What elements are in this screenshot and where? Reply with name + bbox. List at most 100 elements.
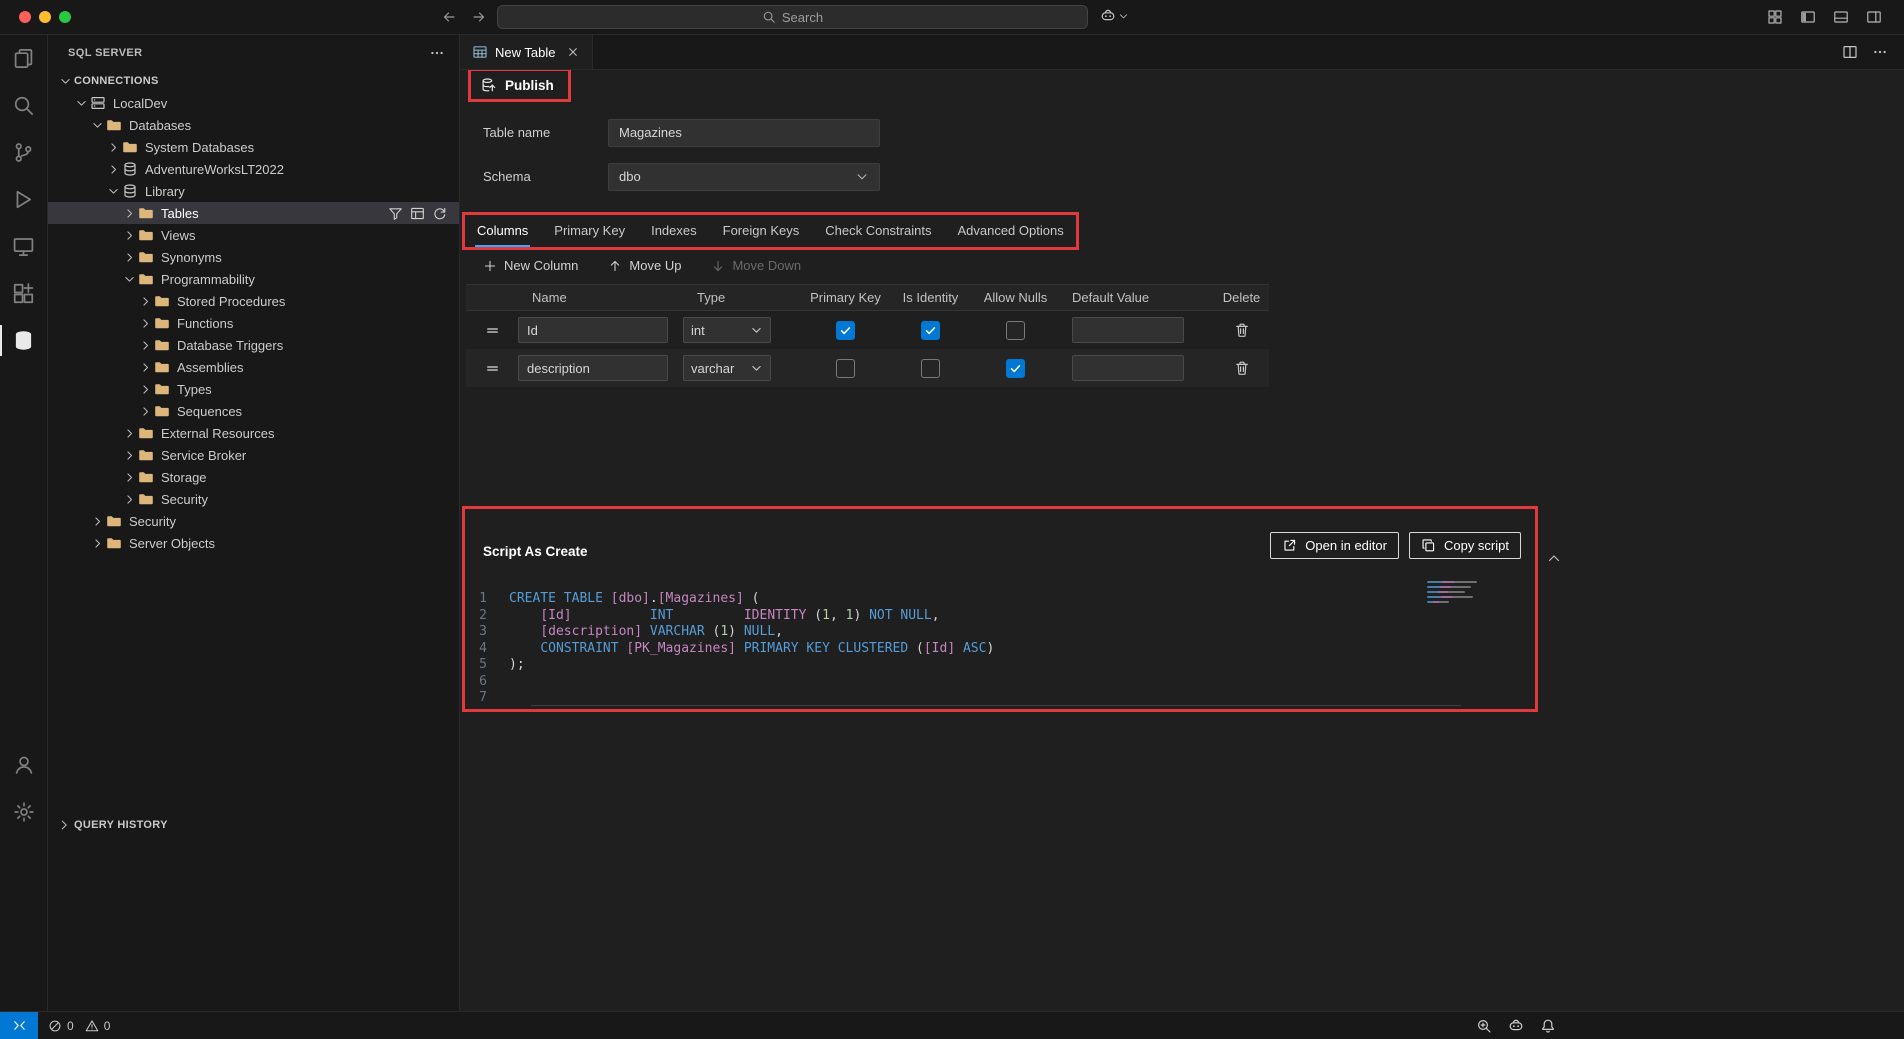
open-in-editor-button[interactable]: Open in editor [1270,532,1399,559]
toolbar-label: Move Down [732,258,801,273]
tree-item-security[interactable]: Security [48,488,459,510]
search-input[interactable]: Search [497,5,1088,29]
tree-item-connections[interactable]: CONNECTIONS [48,70,459,92]
bell-icon[interactable] [1540,1018,1556,1034]
designer-tab-advanced-options[interactable]: Advanced Options [955,215,1065,247]
is-identity-checkbox[interactable] [921,321,940,340]
is-identity-checkbox[interactable] [921,359,940,378]
collapse-script-pane-icon[interactable] [1546,550,1562,566]
tree-item-databases[interactable]: Databases [48,114,459,136]
tree-item-sequences[interactable]: Sequences [48,400,459,422]
tree-item-database-triggers[interactable]: Database Triggers [48,334,459,356]
activity-item-run-debug[interactable] [0,176,47,223]
minimap[interactable] [1427,581,1481,603]
tree-item-stored-procedures[interactable]: Stored Procedures [48,290,459,312]
activity-item-account[interactable] [0,741,47,788]
more-actions-icon[interactable] [429,45,445,61]
tree-item-tables[interactable]: Tables [48,202,459,224]
tab-new-table[interactable]: New Table [460,35,593,69]
default-value-input[interactable] [1072,317,1184,343]
code-line-3: 3 [description] VARCHAR (1) NULL, [465,624,1535,641]
activity-item-search[interactable] [0,82,47,129]
tree-item-security[interactable]: Security [48,510,459,532]
designer-tab-foreign-keys[interactable]: Foreign Keys [721,215,802,247]
column-type-dropdown[interactable]: int [683,317,771,343]
delete-row-icon[interactable] [1234,360,1250,376]
activity-item-extensions[interactable] [0,270,47,317]
tree-item-external-resources[interactable]: External Resources [48,422,459,444]
schema-dropdown[interactable]: dbo [608,163,880,191]
tree-item-views[interactable]: Views [48,224,459,246]
designer-tab-columns[interactable]: Columns [475,215,530,247]
publish-button[interactable]: Publish [481,77,554,93]
tree-item-adventureworkslt2022[interactable]: AdventureWorksLT2022 [48,158,459,180]
tree-item-programmability[interactable]: Programmability [48,268,459,290]
tree-item-system-databases[interactable]: System Databases [48,136,459,158]
toolbar-new-column[interactable]: New Column [483,258,578,273]
close-window-button[interactable] [19,11,31,23]
more-actions-icon[interactable] [1872,44,1888,60]
drag-handle[interactable] [466,323,518,338]
tree-item-storage[interactable]: Storage [48,466,459,488]
query-history-section[interactable]: QUERY HISTORY [48,814,459,836]
folder-icon [106,117,123,133]
activity-item-sql-server[interactable] [0,317,47,364]
allow-nulls-checkbox[interactable] [1006,321,1025,340]
tree-item-localdev[interactable]: LocalDev [48,92,459,114]
table-designer: Publish Table name Schema dbo [460,70,1904,1011]
script-pane-header: Script As Create Open in editorCopy scri… [465,509,1535,567]
designer-tab-check-constraints[interactable]: Check Constraints [823,215,933,247]
close-tab-icon[interactable] [566,45,580,59]
drag-handle[interactable] [466,361,518,376]
tree-item-functions[interactable]: Functions [48,312,459,334]
table-grid-icon[interactable] [410,206,425,221]
query-history-title: QUERY HISTORY [74,819,168,831]
sidebar-right-icon[interactable] [1866,9,1882,25]
split-editor-icon[interactable] [1842,44,1858,60]
zoom-icon[interactable] [1476,1018,1492,1034]
zoom-window-button[interactable] [59,11,71,23]
sidebar-left-icon[interactable] [1800,9,1816,25]
filter-icon[interactable] [388,206,403,221]
tree-item-types[interactable]: Types [48,378,459,400]
remote-indicator[interactable] [0,1012,38,1039]
tree-item-synonyms[interactable]: Synonyms [48,246,459,268]
tree-item-library[interactable]: Library [48,180,459,202]
table-name-input[interactable] [608,119,880,147]
column-name-input[interactable] [518,317,668,343]
search-icon [762,10,776,24]
activity-item-remote-explorer[interactable] [0,223,47,270]
navigate-forward-icon[interactable] [471,9,487,25]
navigate-back-icon[interactable] [441,9,457,25]
database-icon [122,161,139,177]
primary-key-checkbox[interactable] [836,321,855,340]
activity-item-explorer[interactable] [0,35,47,82]
allow-nulls-cell [973,359,1058,378]
panel-bottom-icon[interactable] [1833,9,1849,25]
toolbar-move-down[interactable]: Move Down [711,258,801,273]
copy-script-button[interactable]: Copy script [1409,532,1521,559]
primary-key-checkbox[interactable] [836,359,855,378]
problems-status[interactable]: 0 0 [38,1019,116,1033]
minimize-window-button[interactable] [39,11,51,23]
code-line-1: 1CREATE TABLE [dbo].[Magazines] ( [465,591,1535,608]
tree-item-assemblies[interactable]: Assemblies [48,356,459,378]
activity-item-settings[interactable] [0,788,47,835]
copilot-menu-button[interactable] [1100,8,1129,24]
refresh-icon[interactable] [432,206,447,221]
copilot-icon[interactable] [1508,1018,1524,1034]
column-type-dropdown[interactable]: varchar [683,355,771,381]
default-value-input[interactable] [1072,355,1184,381]
delete-row-icon[interactable] [1234,322,1250,338]
folder-icon [154,359,171,375]
designer-tab-primary-key[interactable]: Primary Key [552,215,627,247]
column-name-input[interactable] [518,355,668,381]
tree-item-server-objects[interactable]: Server Objects [48,532,459,554]
allow-nulls-checkbox[interactable] [1006,359,1025,378]
chevron-down-icon [104,185,122,198]
tree-item-service-broker[interactable]: Service Broker [48,444,459,466]
activity-item-source-control[interactable] [0,129,47,176]
toolbar-move-up[interactable]: Move Up [608,258,681,273]
designer-tab-indexes[interactable]: Indexes [649,215,699,247]
layout-grid-icon[interactable] [1767,9,1783,25]
